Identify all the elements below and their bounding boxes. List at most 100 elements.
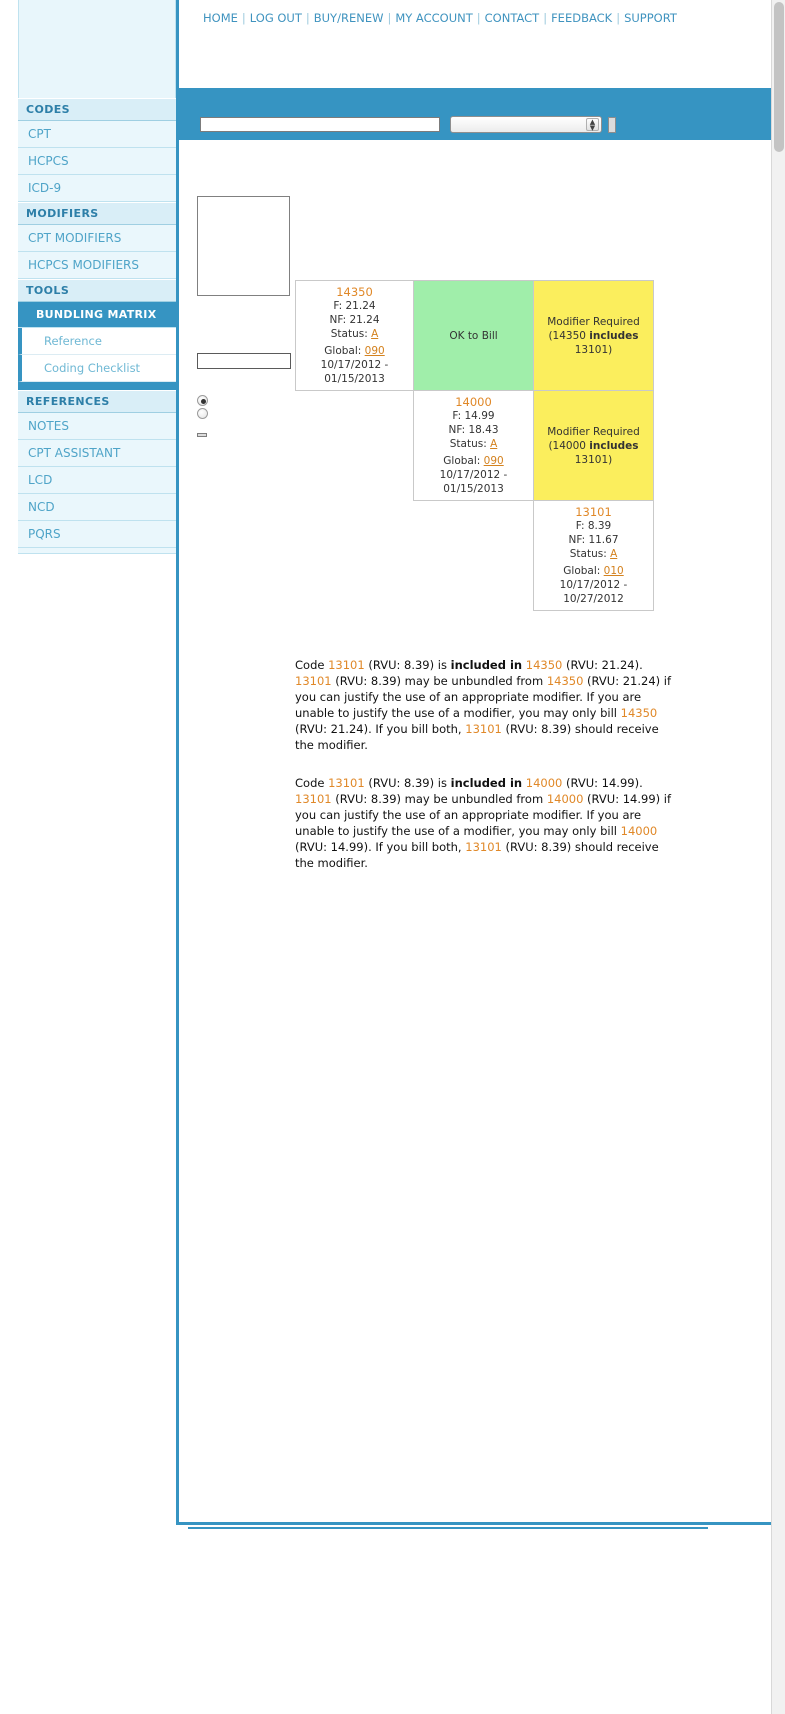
matrix-status-cell-ok: OK to Bill (413, 280, 534, 391)
search-bar: ▲ ▼ (176, 88, 771, 140)
matrix-facility-rvu: F: 21.24 (333, 300, 376, 312)
quick-search-select[interactable]: ▲ ▼ (450, 116, 602, 133)
matrix-status-text: Modifier Required (547, 315, 640, 328)
scrollbar-thumb[interactable] (774, 2, 784, 152)
inline-code: 13101 (295, 792, 332, 806)
search-input[interactable] (200, 117, 440, 132)
main-content: 14350 F: 21.24 NF: 21.24 Status: A Global: 0… (176, 140, 771, 1525)
matrix-status-link[interactable]: A (371, 328, 378, 340)
matrix-status: Status: A (449, 438, 498, 450)
sidebar-logo-space (18, 0, 176, 98)
matrix-status-link[interactable]: A (610, 548, 617, 560)
modifier-paragraph-list: Code 13101 (RVU: 8.39) is included in 14… (295, 657, 673, 871)
utility-nav-feedback[interactable]: FEEDBACK (551, 11, 612, 25)
sidebar-item-hcpcs-modifiers[interactable]: HCPCS MODIFIERS (18, 252, 176, 279)
matrix-global: Global: 010 (563, 565, 624, 577)
matrix-nonfacility-rvu: NF: 11.67 (568, 534, 619, 546)
matrix-row: 13101 F: 8.39 NF: 11.67 Status: A Global: 01… (296, 500, 654, 611)
sort-results-group (197, 393, 297, 419)
footer-divider (188, 1527, 708, 1529)
sidebar-item-ncd[interactable]: NCD (18, 494, 176, 521)
matrix-status: Status: A (330, 328, 379, 340)
inline-code: 14350 (525, 658, 563, 672)
inline-code: 13101 (465, 722, 502, 736)
sidebar-item-reference[interactable]: Reference (18, 328, 176, 355)
page-scrollbar[interactable] (771, 0, 785, 1714)
sidebar-group-codes: CODES (18, 98, 176, 121)
sidebar-item-cpt[interactable]: CPT (18, 121, 176, 148)
inline-code: 13101 (465, 840, 502, 854)
complete-matrix-section (295, 1001, 673, 1013)
matrix-status: Status: A (569, 548, 618, 560)
matrix-global-dates: 10/17/2012 -01/15/2013 (320, 359, 389, 385)
matrix-global-dates: 10/17/2012 -01/15/2013 (439, 469, 508, 495)
chevron-updown-icon: ▲ ▼ (586, 118, 599, 132)
modifier-paragraph: Code 13101 (RVU: 8.39) is included in 14… (295, 658, 672, 752)
matrix-global: Global: 090 (443, 455, 504, 467)
date-of-service-input[interactable] (197, 353, 291, 369)
content-column (295, 192, 673, 206)
codes-to-bundle-input[interactable] (197, 196, 290, 296)
simplified-bundling-matrix: 14350 F: 21.24 NF: 21.24 Status: A Global: 0… (295, 280, 654, 611)
matrix-row: 14000 F: 14.99 NF: 18.43 Status: A Global: 0… (296, 390, 654, 501)
matrix-status-detail: (14350 includes 13101) (548, 329, 639, 356)
matrix-nonfacility-rvu: NF: 18.43 (448, 424, 499, 436)
matrix-empty-cell (296, 501, 414, 611)
matrix-global-link[interactable]: 010 (604, 565, 624, 577)
utility-nav-separator: | (241, 11, 246, 25)
sidebar-item-hcpcs[interactable]: HCPCS (18, 148, 176, 175)
matrix-code-cell: 14000 F: 14.99 NF: 18.43 Status: A Global: 0… (413, 390, 534, 501)
matrix-status-detail: (14000 includes 13101) (548, 439, 639, 466)
analyze-codes-button[interactable] (197, 433, 207, 437)
matrix-global-link[interactable]: 090 (484, 455, 504, 467)
radio-facility-icon[interactable] (197, 395, 208, 406)
matrix-nonfacility-rvu: NF: 21.24 (329, 314, 380, 326)
sidebar-item-cpt-assistant[interactable]: CPT ASSISTANT (18, 440, 176, 467)
page-root: CODES CPT HCPCS ICD-9 MODIFIERS CPT MODIFIERS… (0, 0, 785, 1714)
sidebar-item-icd-9[interactable]: ICD-9 (18, 175, 176, 202)
sidebar-item-bundling-matrix[interactable]: BUNDLING MATRIX (18, 302, 176, 328)
utility-nav-log-out[interactable]: LOG OUT (250, 11, 302, 25)
sidebar-group-references: REFERENCES (18, 390, 176, 413)
footer (176, 1527, 771, 1551)
matrix-facility-rvu: F: 8.39 (575, 520, 612, 532)
utility-nav-separator: | (305, 11, 310, 25)
radio-nonfacility-icon[interactable] (197, 408, 208, 419)
sidebar-group-tools: TOOLS (18, 279, 176, 302)
inline-code: 13101 (328, 658, 365, 672)
date-of-service-label (197, 322, 297, 350)
sidebar-item-pqrs[interactable]: PQRS (18, 521, 176, 548)
utility-nav: HOME | LOG OUT | BUY/RENEW | MY ACCOUNT | CONTAC… (179, 0, 771, 25)
utility-nav-separator: | (616, 11, 621, 25)
matrix-status-link[interactable]: A (490, 438, 497, 450)
inline-code: 13101 (328, 776, 365, 790)
sidebar-item-coding-checklist[interactable]: Coding Checklist (18, 355, 176, 382)
matrix-status-cell-mod: Modifier Required (14000 includes 13101) (533, 390, 654, 501)
sort-option-nonfacility[interactable] (197, 406, 297, 419)
utility-nav-separator: | (543, 11, 548, 25)
sidebar-active-tail (18, 382, 176, 390)
inline-code: 14000 (546, 792, 584, 806)
matrix-code-cell: 13101 F: 8.39 NF: 11.67 Status: A Global: 01… (533, 500, 654, 611)
complete-matrix-wrap (285, 1072, 660, 1086)
sidebar-item-notes[interactable]: NOTES (18, 413, 176, 440)
sidebar-bottom-pad (18, 548, 176, 554)
utility-nav-home[interactable]: HOME (203, 11, 238, 25)
logo (179, 25, 771, 31)
modifier-paragraph: Code 13101 (RVU: 8.39) is included in 14… (295, 776, 672, 870)
sidebar-item-cpt-modifiers[interactable]: CPT MODIFIERS (18, 225, 176, 252)
sidebar-item-lcd[interactable]: LCD (18, 467, 176, 494)
utility-nav-my-account[interactable]: MY ACCOUNT (395, 11, 472, 25)
utility-nav-support[interactable]: SUPPORT (624, 11, 677, 25)
matrix-global-link[interactable]: 090 (365, 345, 385, 357)
matrix-status-cell-mod: Modifier Required (14350 includes 13101) (533, 280, 654, 391)
inline-code: 14350 (620, 706, 658, 720)
header: HOME | LOG OUT | BUY/RENEW | MY ACCOUNT | CONTAC… (176, 0, 771, 88)
utility-nav-buy-renew[interactable]: BUY/RENEW (314, 11, 384, 25)
utility-nav-contact[interactable]: CONTACT (485, 11, 540, 25)
matrix-code-number: 14350 (336, 285, 373, 299)
sort-option-facility[interactable] (197, 393, 297, 406)
inline-code: 14000 (525, 776, 563, 790)
search-go-button[interactable] (608, 116, 616, 133)
sidebar-group-modifiers: MODIFIERS (18, 202, 176, 225)
